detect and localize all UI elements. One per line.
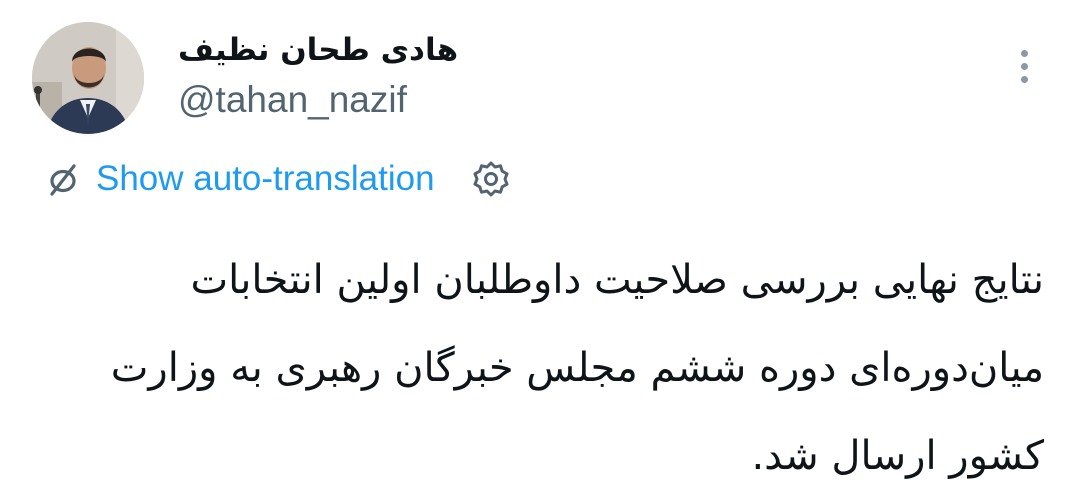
gear-icon[interactable] [471, 159, 511, 199]
translate-off-icon [50, 164, 76, 196]
tweet-text-line: کشور ارسال شد. [751, 433, 1044, 479]
author-handle[interactable]: @tahan_nazif [178, 78, 407, 122]
tweet-text: نتایج نهایی بررسی صلاحیت داوطلبان اولین … [44, 236, 1044, 500]
more-vertical-icon-dot [1020, 62, 1028, 70]
tweet-card: هادی طحان نظیف @tahan_nazif Show auto-tr… [0, 0, 1080, 502]
more-vertical-icon [1020, 49, 1028, 57]
show-auto-translation-link[interactable]: Show auto-translation [96, 159, 435, 199]
author-display-name[interactable]: هادی طحان نظیف [178, 28, 458, 72]
auto-translation-row: Show auto-translation [44, 154, 511, 204]
avatar[interactable] [32, 22, 144, 134]
avatar-photo [32, 22, 144, 134]
tweet-text-line: نتایج نهایی بررسی صلاحیت داوطلبان اولین … [190, 257, 1044, 303]
more-options-button[interactable] [1006, 42, 1042, 90]
tweet-text-line: میان‌دوره‌ای دوره ششم مجلس خبرگان رهبری … [110, 345, 1044, 391]
more-vertical-icon-dot [1020, 75, 1028, 83]
